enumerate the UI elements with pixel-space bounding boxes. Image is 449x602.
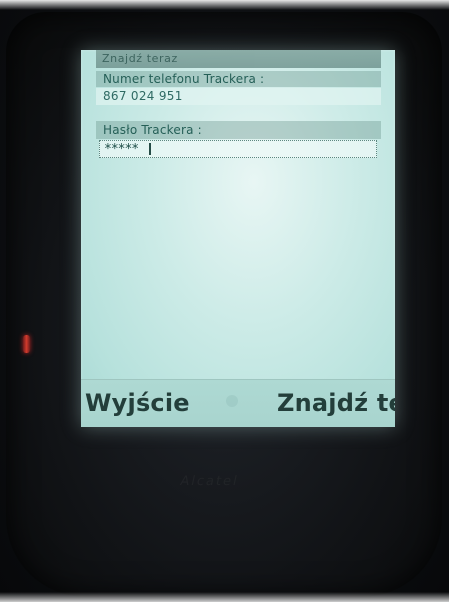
center-softkey-indicator <box>226 395 238 407</box>
tracker-phone-label: Numer telefonu Trackera : <box>96 71 381 87</box>
empty-screen-area <box>96 162 381 380</box>
phone-screen: Znajdź teraz Numer telefonu Trackera : 8… <box>81 50 395 427</box>
exit-softkey[interactable]: Wyjście <box>85 389 190 417</box>
tracker-password-label: Hasło Trackera : <box>96 121 381 139</box>
screen-title: Znajdź teraz <box>96 50 381 68</box>
photo-bottom-edge <box>0 592 449 602</box>
tracker-form: Numer telefonu Trackera : 867 024 951 Ha… <box>96 68 381 162</box>
phone-photo: Znajdź teraz Numer telefonu Trackera : 8… <box>0 0 449 602</box>
find-softkey[interactable]: Znajdź te <box>277 389 395 417</box>
softkey-bar: Wyjście Znajdź te <box>81 379 395 427</box>
red-light-icon <box>23 335 30 353</box>
brand-logo: Alcatel <box>178 474 241 489</box>
tracker-phone-value[interactable]: 867 024 951 <box>96 88 381 105</box>
tracker-password-input[interactable]: ***** <box>99 140 377 158</box>
